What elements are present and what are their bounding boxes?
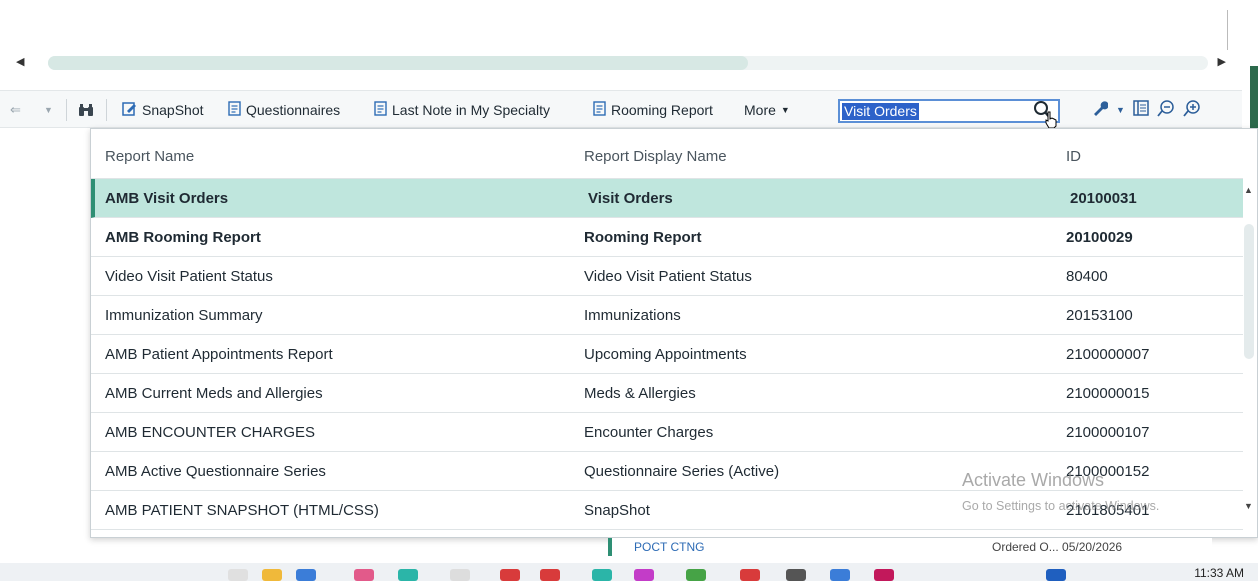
display-name-cell: Immunizations [584,307,681,324]
display-name-cell: Rooming Report [584,229,702,246]
taskbar-app-icon[interactable] [592,569,612,581]
display-name-cell: Meds & Allergies [584,385,696,402]
display-name-cell: Encounter Charges [584,424,714,441]
chevron-down-icon: ▼ [780,105,790,115]
background-order-row: POCT CTNG Ordered O... 05/20/2026 [608,538,1212,556]
more-label: More [744,102,776,118]
divider [1227,10,1228,50]
id-cell: 20153100 [1066,307,1133,324]
toolbar-divider [106,99,107,121]
column-header-display-name[interactable]: Report Display Name [584,148,727,165]
report-name-cell: AMB Active Questionnaire Series [105,463,326,480]
rooming-report-button[interactable]: Rooming Report [593,91,713,129]
taskbar-app-icon[interactable] [1046,569,1066,581]
taskbar-clock[interactable]: 11:33 AM [1194,566,1244,580]
taskbar-app-icon[interactable] [740,569,760,581]
chevron-down-icon[interactable]: ▼ [1116,105,1125,115]
binoculars-icon[interactable] [78,91,94,129]
taskbar-app-icon[interactable] [874,569,894,581]
snapshot-button[interactable]: SnapShot [122,91,204,129]
order-name: POCT CTNG [634,540,705,554]
activation-watermark-subtitle: Go to Settings to activate Windows. [962,499,1160,513]
scroll-up-arrow-icon[interactable]: ▲ [1244,185,1253,195]
report-name-cell: AMB Patient Appointments Report [105,346,333,363]
order-status: Ordered O... 05/20/2026 [992,540,1123,554]
report-name-cell: Video Visit Patient Status [105,268,273,285]
snapshot-label: SnapShot [142,102,204,118]
history-dropdown-icon[interactable]: ▼ [44,91,53,129]
taskbar-app-icon[interactable] [450,569,470,581]
report-icon [374,101,387,119]
report-name-cell: AMB PATIENT SNAPSHOT (HTML/CSS) [105,502,379,519]
id-cell: 20100029 [1066,229,1133,246]
display-name-cell: Questionnaire Series (Active) [584,463,780,480]
panel-toggle-icon[interactable] [1133,100,1149,120]
report-icon [593,101,606,119]
report-name-cell: AMB Current Meds and Allergies [105,385,323,402]
report-name-cell: AMB ENCOUNTER CHARGES [105,424,316,441]
id-cell: 2100000015 [1066,385,1150,402]
report-name-cell: AMB Rooming Report [105,229,261,246]
taskbar-app-icon[interactable] [830,569,850,581]
wrench-icon[interactable] [1092,100,1109,120]
folder-icon[interactable] [262,569,282,581]
last-note-label: Last Note in My Specialty [392,102,550,118]
scroll-right-arrow-icon[interactable]: ▶ [1218,55,1226,68]
id-cell: 2100000107 [1066,424,1150,441]
toolbar-divider [66,99,67,121]
windows-taskbar: 11:33 AM [0,563,1258,581]
taskbar-app-icon[interactable] [296,569,316,581]
hand-cursor-icon [1044,111,1058,129]
last-note-button[interactable]: Last Note in My Specialty [374,91,550,129]
report-toolbar: ⇐ ▼ SnapShot Questionnaires Last Note in… [0,90,1242,129]
zoom-out-icon[interactable] [1157,99,1175,121]
id-cell: 2100000007 [1066,346,1150,363]
column-header-id[interactable]: ID [1066,148,1081,165]
table-row[interactable]: AMB Patient Appointments Report Upcoming… [91,335,1243,374]
table-row[interactable]: AMB ENCOUNTER CHARGES Encounter Charges … [91,413,1243,452]
more-menu-button[interactable]: More ▼ [744,91,790,129]
scroll-left-arrow-icon[interactable]: ◀ [16,55,24,68]
questionnaires-button[interactable]: Questionnaires [228,91,340,129]
zoom-in-icon[interactable] [1183,99,1201,121]
taskbar-app-icon[interactable] [540,569,560,581]
questionnaires-label: Questionnaires [246,102,341,118]
report-icon [228,101,241,119]
scroll-thumb[interactable] [1244,224,1254,359]
column-header-report-name[interactable]: Report Name [105,148,194,165]
id-cell: 80400 [1066,268,1108,285]
taskbar-app-icon[interactable] [500,569,520,581]
display-name-cell: SnapShot [584,502,650,519]
table-header: Report Name Report Display Name ID [91,129,1243,179]
vertical-scrollbar[interactable]: ▲ ▼ [1241,179,1257,537]
edit-document-icon [122,101,137,119]
activation-watermark-title: Activate Windows [962,470,1105,490]
toolbar-tools: ▼ [1092,91,1201,129]
search-input-value: Visit Orders [842,103,919,120]
report-name-cell: AMB Visit Orders [105,190,229,207]
taskbar-app-icon[interactable] [786,569,806,581]
scroll-thumb[interactable] [48,56,748,70]
display-name-cell: Video Visit Patient Status [584,268,752,285]
taskbar-app-icon[interactable] [228,569,248,581]
display-name-cell: Visit Orders [588,190,673,207]
taskbar-app-icon[interactable] [686,569,706,581]
table-row[interactable]: AMB Visit Orders Visit Orders 20100031 [91,179,1243,218]
taskbar-app-icon[interactable] [354,569,374,581]
taskbar-app-icon[interactable] [398,569,418,581]
rooming-report-label: Rooming Report [611,102,713,118]
horizontal-scrollbar[interactable]: ◀ ▶ [12,52,1230,74]
table-row[interactable]: Video Visit Patient Status Video Visit P… [91,257,1243,296]
report-search-input[interactable]: Visit Orders [838,99,1060,123]
id-cell: 20100031 [1070,190,1137,207]
table-row[interactable]: AMB Current Meds and Allergies Meds & Al… [91,374,1243,413]
table-row[interactable]: Immunization Summary Immunizations 20153… [91,296,1243,335]
display-name-cell: Upcoming Appointments [584,346,747,363]
report-name-cell: Immunization Summary [105,307,263,324]
back-arrow-icon[interactable]: ⇐ [10,91,21,129]
taskbar-app-icon[interactable] [634,569,654,581]
scroll-down-arrow-icon[interactable]: ▼ [1244,501,1253,511]
table-row[interactable]: AMB Rooming Report Rooming Report 201000… [91,218,1243,257]
